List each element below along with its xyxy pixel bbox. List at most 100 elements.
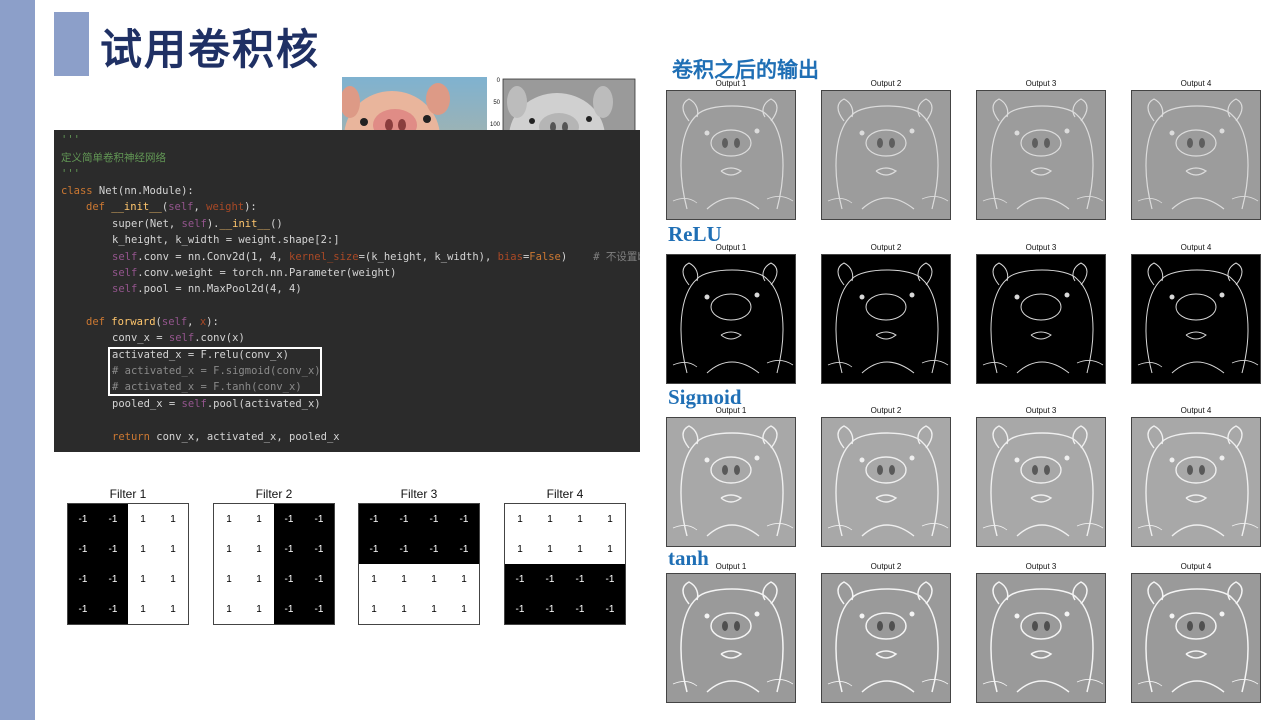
output-feature-map bbox=[666, 417, 796, 547]
filter-grid: 1 1 1 1 1 1 1 1 -1 -1 -1 -1 -1 -1 -1 -1 bbox=[504, 503, 626, 625]
y-tick: 0 bbox=[497, 78, 501, 84]
code-line: k_height, k_width = weight.shape[2:] bbox=[112, 234, 340, 246]
filter-cell: -1 bbox=[595, 594, 625, 624]
filter-cell: -1 bbox=[68, 504, 98, 534]
filter-cell: -1 bbox=[535, 594, 565, 624]
filter-cell: 1 bbox=[535, 534, 565, 564]
filter-cell: -1 bbox=[419, 534, 449, 564]
filter-cell: 1 bbox=[244, 564, 274, 594]
output-panel-title: Output 4 bbox=[1180, 243, 1212, 252]
filter-cell: -1 bbox=[565, 564, 595, 594]
output-panel-title: Output 1 bbox=[715, 406, 747, 415]
output-panel-title: Output 1 bbox=[715, 79, 747, 88]
output-panel-title: Output 3 bbox=[1025, 562, 1057, 571]
output-feature-map bbox=[666, 254, 796, 384]
filter-2: Filter 2 1 1 -1 -1 1 1 -1 -1 1 1 -1 -1 1 1 -1 -1 bbox=[213, 485, 335, 625]
code-line: self.conv = nn.Conv2d(1, 4, kernel_size=… bbox=[112, 251, 640, 263]
filter-cell: -1 bbox=[68, 534, 98, 564]
filter-cell: -1 bbox=[304, 564, 334, 594]
output-feature-map bbox=[666, 573, 796, 703]
filter-cell: 1 bbox=[128, 534, 158, 564]
output-panel-title: Output 3 bbox=[1025, 79, 1057, 88]
filter-1: Filter 1 -1 -1 1 1 -1 -1 1 1 -1 -1 1 1 -1 -1 1 1 bbox=[67, 485, 189, 625]
filter-4: Filter 4 1 1 1 1 1 1 1 1 -1 -1 -1 -1 -1 -1 -1 -1 bbox=[504, 485, 626, 625]
filter-cell: -1 bbox=[68, 594, 98, 624]
page-title: 试用卷积核 bbox=[100, 25, 321, 74]
filter-cell: -1 bbox=[304, 534, 334, 564]
filter-cell: 1 bbox=[449, 594, 479, 624]
filter-cell: -1 bbox=[449, 504, 479, 534]
filter-cell: 1 bbox=[214, 534, 244, 564]
output-feature-map bbox=[976, 417, 1106, 547]
activation-highlight-box bbox=[108, 347, 322, 396]
filter-cell: 1 bbox=[128, 504, 158, 534]
filter-cell: -1 bbox=[274, 594, 304, 624]
filter-title: Filter 2 bbox=[255, 487, 293, 501]
filter-cell: -1 bbox=[505, 594, 535, 624]
output-panel-title: Output 1 bbox=[715, 562, 747, 571]
filter-cell: -1 bbox=[359, 504, 389, 534]
code-editor: ''' 定义简单卷积神经网络 ''' class Net(nn.Module):… bbox=[54, 130, 640, 452]
filter-title: Filter 4 bbox=[546, 487, 584, 501]
output-panel-title: Output 3 bbox=[1025, 406, 1057, 415]
filter-cell: 1 bbox=[244, 534, 274, 564]
output-feature-map bbox=[821, 90, 951, 220]
y-tick: 50 bbox=[493, 100, 500, 106]
code-line: super(Net, self).__init__() bbox=[112, 218, 283, 230]
filter-cell: -1 bbox=[274, 504, 304, 534]
output-panel-title: Output 2 bbox=[870, 406, 902, 415]
filter-cell: -1 bbox=[68, 564, 98, 594]
filter-3: Filter 3 -1 -1 -1 -1 -1 -1 -1 -1 1 1 1 1 1 1 1 1 bbox=[358, 485, 480, 625]
output-panel-title: Output 4 bbox=[1180, 406, 1212, 415]
filter-cell: 1 bbox=[535, 504, 565, 534]
code-line: pooled_x = self.pool(activated_x) bbox=[112, 398, 321, 410]
code-line: 定义简单卷积神经网络 bbox=[61, 152, 166, 164]
filter-cell: 1 bbox=[565, 504, 595, 534]
code-line: return conv_x, activated_x, pooled_x bbox=[112, 431, 340, 443]
filter-cell: -1 bbox=[449, 534, 479, 564]
filter-cell: 1 bbox=[214, 504, 244, 534]
code-line: ''' bbox=[61, 168, 80, 180]
filter-cell: 1 bbox=[449, 564, 479, 594]
output-panel-title: Output 2 bbox=[870, 562, 902, 571]
filter-cell: -1 bbox=[98, 504, 128, 534]
title-accent-block bbox=[54, 12, 89, 76]
output-feature-map bbox=[821, 573, 951, 703]
output-feature-map bbox=[976, 90, 1106, 220]
filter-cell: -1 bbox=[535, 564, 565, 594]
output-panel-title: Output 4 bbox=[1180, 562, 1212, 571]
filter-cell: 1 bbox=[505, 534, 535, 564]
y-tick: 100 bbox=[490, 122, 501, 128]
filter-cell: -1 bbox=[419, 504, 449, 534]
filter-cell: -1 bbox=[98, 564, 128, 594]
output-feature-map bbox=[666, 90, 796, 220]
output-feature-map bbox=[821, 417, 951, 547]
filter-cell: 1 bbox=[244, 594, 274, 624]
output-feature-map bbox=[1131, 573, 1261, 703]
filter-cell: -1 bbox=[565, 594, 595, 624]
filter-cell: 1 bbox=[244, 504, 274, 534]
filter-cell: -1 bbox=[274, 534, 304, 564]
code-line: ''' bbox=[61, 134, 80, 146]
left-accent-bar bbox=[0, 0, 35, 720]
code-line: def __init__(self, weight): bbox=[86, 201, 257, 213]
filter-cell: -1 bbox=[359, 534, 389, 564]
filter-cell: 1 bbox=[128, 564, 158, 594]
filter-title: Filter 1 bbox=[109, 487, 147, 501]
filter-cell: 1 bbox=[419, 594, 449, 624]
filter-cell: 1 bbox=[595, 534, 625, 564]
output-feature-map bbox=[976, 573, 1106, 703]
filter-grid: -1 -1 1 1 -1 -1 1 1 -1 -1 1 1 -1 -1 1 1 bbox=[67, 503, 189, 625]
filter-grid: 1 1 -1 -1 1 1 -1 -1 1 1 -1 -1 1 1 -1 -1 bbox=[213, 503, 335, 625]
code-line: conv_x = self.conv(x) bbox=[112, 332, 245, 344]
output-panel-title: Output 2 bbox=[870, 243, 902, 252]
filter-cell: 1 bbox=[158, 594, 188, 624]
filter-cell: -1 bbox=[304, 594, 334, 624]
filter-cell: -1 bbox=[389, 504, 419, 534]
output-feature-map bbox=[1131, 417, 1261, 547]
filter-cell: 1 bbox=[505, 504, 535, 534]
code-line: class Net(nn.Module): bbox=[61, 185, 194, 197]
filter-cell: -1 bbox=[274, 564, 304, 594]
filter-cell: 1 bbox=[419, 564, 449, 594]
output-panel-title: Output 3 bbox=[1025, 243, 1057, 252]
